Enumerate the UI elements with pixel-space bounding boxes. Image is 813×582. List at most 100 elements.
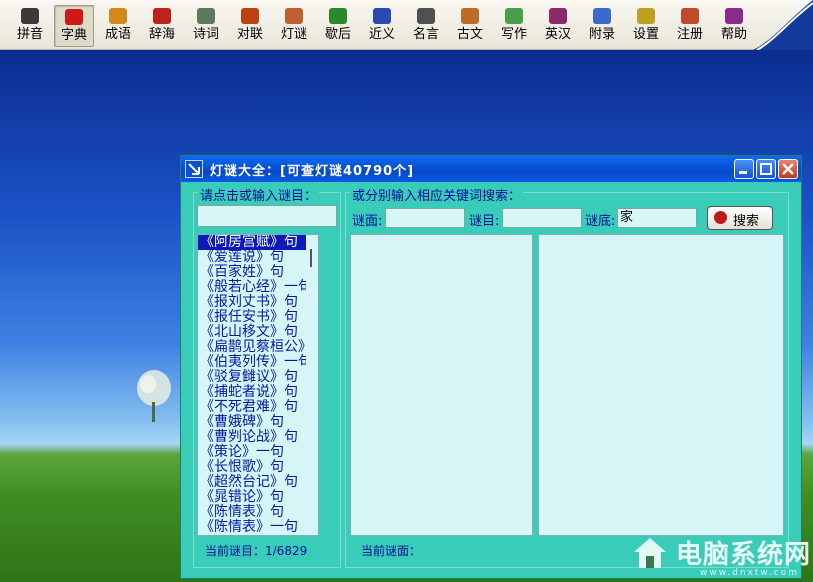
list-item[interactable]: 《驳复雠议》句 bbox=[198, 370, 318, 385]
pen-icon bbox=[505, 8, 523, 24]
toolbar-button-9[interactable]: 名言 bbox=[406, 5, 446, 47]
watermark-url: www.dnxtw.com bbox=[700, 568, 800, 578]
toolbar-button-label: 设置 bbox=[632, 27, 659, 42]
current-face-status: 当前谜面： bbox=[361, 544, 422, 558]
toolbar-button-2[interactable]: 成语 bbox=[98, 5, 138, 47]
bamboo-icon bbox=[461, 8, 479, 24]
toolbar-button-label: 附录 bbox=[588, 27, 615, 42]
minimize-icon bbox=[739, 171, 747, 174]
riddle-face-input[interactable] bbox=[385, 208, 465, 228]
toolbar-button-14[interactable]: 设置 bbox=[626, 5, 666, 47]
dictionary-icon bbox=[549, 8, 567, 24]
help-book-icon bbox=[725, 8, 743, 24]
list-item[interactable]: 《报任安书》句 bbox=[198, 310, 318, 325]
list-item[interactable]: 《晁错论》句 bbox=[198, 490, 318, 505]
toolbar-button-13[interactable]: 附录 bbox=[582, 5, 622, 47]
list-item[interactable]: 《策论》一句 bbox=[198, 445, 318, 460]
list-item[interactable]: 《陈情表》句 bbox=[198, 505, 318, 520]
list-item[interactable]: 《阿房宫赋》句 bbox=[198, 235, 306, 250]
list-item[interactable]: 《长恨歌》句 bbox=[198, 460, 318, 475]
list-item[interactable]: 《爱莲说》句 bbox=[198, 250, 318, 265]
toolbar-button-0[interactable]: 拼音 bbox=[10, 5, 50, 47]
search-icon bbox=[714, 211, 727, 224]
couplet-icon bbox=[241, 8, 259, 24]
toolbar-button-5[interactable]: 对联 bbox=[230, 5, 270, 47]
toolbar-button-11[interactable]: 写作 bbox=[494, 5, 534, 47]
watermark-logo: 电脑系统网 www.dnxtw.com bbox=[628, 532, 813, 582]
toolbar-button-label: 注册 bbox=[676, 27, 703, 42]
toolbar-button-label: 帮助 bbox=[720, 27, 747, 42]
maximize-icon bbox=[760, 163, 772, 175]
list-item[interactable]: 《超然台记》句 bbox=[198, 475, 318, 490]
notepad-icon bbox=[417, 8, 435, 24]
toolbar-button-1[interactable]: 字典 bbox=[54, 5, 94, 47]
window-app-icon[interactable] bbox=[185, 160, 203, 178]
window-title: 灯谜大全：[可查灯谜40790个] bbox=[210, 164, 415, 179]
close-button[interactable] bbox=[778, 159, 798, 179]
list-item[interactable]: 《北山移文》句 bbox=[198, 325, 318, 340]
books-icon bbox=[153, 8, 171, 24]
search-button-label: 搜索 bbox=[733, 214, 760, 229]
gear-icon bbox=[637, 8, 655, 24]
house-icon bbox=[634, 538, 666, 568]
window-titlebar[interactable]: 灯谜大全：[可查灯谜40790个] bbox=[181, 156, 801, 182]
minimize-button[interactable] bbox=[734, 159, 754, 179]
riddle-face-results-panel[interactable] bbox=[350, 234, 533, 536]
toolbar-button-label: 名言 bbox=[412, 27, 439, 42]
current-category-status: 当前谜目：1/6829 bbox=[205, 544, 308, 558]
riddle-category-input[interactable] bbox=[502, 208, 582, 228]
list-item[interactable]: 《不死君难》句 bbox=[198, 400, 318, 415]
list-item[interactable]: 《陈情表》一句 bbox=[198, 520, 318, 535]
toolbar-button-4[interactable]: 诗词 bbox=[186, 5, 226, 47]
toolbar-button-6[interactable]: 灯谜 bbox=[274, 5, 314, 47]
list-item[interactable]: 《曹娥碑》句 bbox=[198, 415, 318, 430]
red-book-icon bbox=[65, 9, 83, 25]
frame-icon bbox=[197, 8, 215, 24]
category-group-label: 请点击或输入谜目： bbox=[198, 185, 320, 204]
lantern-icon bbox=[285, 8, 303, 24]
list-item[interactable]: 《报刘丈书》句 bbox=[198, 295, 318, 310]
toolbar-button-label: 拼音 bbox=[16, 27, 43, 42]
riddle-answer-input[interactable]: 家 bbox=[617, 208, 697, 228]
riddle-list-scrollbar[interactable] bbox=[306, 235, 318, 535]
window-body: 请点击或输入谜目： 《阿房宫赋》句 《爱莲说》句 《百家姓》句 《般若心经》一句 《报刘… bbox=[181, 182, 801, 578]
scroll-icon bbox=[109, 8, 127, 24]
keyword-search-group-label: 或分别输入相应关键词搜索： bbox=[350, 185, 524, 204]
toolbar-button-label: 写作 bbox=[500, 27, 527, 42]
toolbar-button-7[interactable]: 歇后 bbox=[318, 5, 358, 47]
toolbar-button-16[interactable]: 帮助 bbox=[714, 5, 754, 47]
list-item[interactable]: 《扁鹊见蔡桓公》 bbox=[198, 340, 318, 355]
toolbar-button-15[interactable]: 注册 bbox=[670, 5, 710, 47]
category-input[interactable] bbox=[197, 205, 337, 227]
list-item[interactable]: 《百家姓》句 bbox=[198, 265, 318, 280]
stack-icon bbox=[329, 8, 347, 24]
toolbar-button-10[interactable]: 古文 bbox=[450, 5, 490, 47]
toolbar-button-label: 英汉 bbox=[544, 27, 571, 42]
toolbar-button-label: 字典 bbox=[60, 28, 87, 43]
search-button[interactable]: 搜索 bbox=[707, 206, 773, 230]
toolbar-button-label: 对联 bbox=[236, 27, 263, 42]
main-toolbar: 拼音 字典 成语 辞海 诗词 对联 灯谜 歇后 近义 名言 古文 写作 英汉 附录 设置 注册 帮助 bbox=[0, 0, 813, 50]
toolbar-button-3[interactable]: 辞海 bbox=[142, 5, 182, 47]
list-item[interactable]: 《伯夷列传》一句 bbox=[198, 355, 318, 370]
face-icon bbox=[21, 8, 39, 24]
list-item[interactable]: 《般若心经》一句 bbox=[198, 280, 318, 295]
maximize-button[interactable] bbox=[756, 159, 776, 179]
watermark-text: 电脑系统网 bbox=[676, 540, 812, 570]
toolbar-button-8[interactable]: 近义 bbox=[362, 5, 402, 47]
toolbar-button-12[interactable]: 英汉 bbox=[538, 5, 578, 47]
riddle-detail-panel[interactable] bbox=[538, 234, 784, 536]
toolbar-button-label: 歇后 bbox=[324, 27, 351, 42]
riddle-category-list[interactable]: 《阿房宫赋》句 《爱莲说》句 《百家姓》句 《般若心经》一句 《报刘丈书》句 《报任安书》… bbox=[197, 234, 319, 536]
list-item[interactable]: 《捕蛇者说》句 bbox=[198, 385, 318, 400]
toolbar-edge-curve bbox=[753, 0, 813, 50]
documents-icon bbox=[593, 8, 611, 24]
toolbar-button-label: 诗词 bbox=[192, 27, 219, 42]
open-book-icon bbox=[373, 8, 391, 24]
tree-image bbox=[137, 370, 171, 422]
toolbar-button-label: 成语 bbox=[104, 27, 131, 42]
scrollbar-thumb[interactable] bbox=[310, 249, 312, 267]
list-item[interactable]: 《曹刿论战》句 bbox=[198, 430, 318, 445]
toolbar-button-label: 近义 bbox=[368, 27, 395, 42]
lantern-riddle-window: 灯谜大全：[可查灯谜40790个] 请点击或输入谜目： 《阿房宫赋》句 《爱莲说》… bbox=[180, 155, 802, 579]
